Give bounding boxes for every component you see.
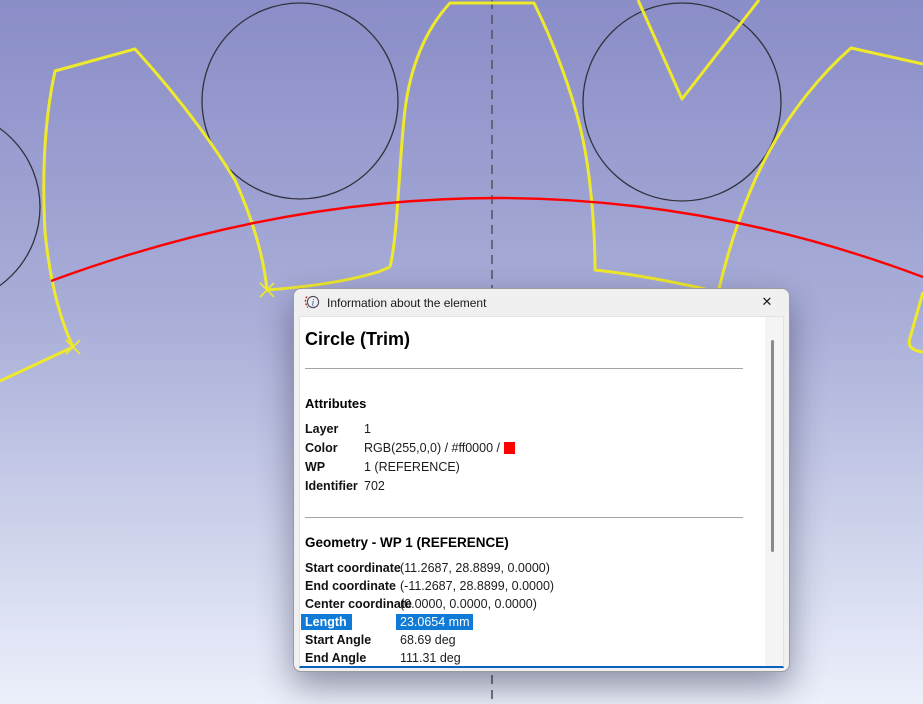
color-swatch <box>375 423 386 435</box>
color-swatch <box>464 461 475 473</box>
color-swatch <box>460 634 471 646</box>
row-value: RGB(255,0,0) / #ff0000 / <box>364 441 743 455</box>
attributes-section-title: Attributes <box>305 396 743 411</box>
table-row[interactable]: Start Angle 68.69 deg <box>305 631 743 649</box>
gear-tooth-profile-far-right[interactable] <box>909 292 923 352</box>
row-value: 1 <box>364 422 743 436</box>
cad-viewport[interactable]: i Information about the element ✕ Circle… <box>0 0 923 704</box>
color-swatch <box>477 616 488 628</box>
selected-arc-highlighted[interactable] <box>51 198 923 281</box>
vertex-marker <box>66 340 80 354</box>
scrollbar-thumb[interactable] <box>771 340 774 552</box>
color-swatch <box>558 580 569 592</box>
table-row[interactable]: WP 1 (REFERENCE) <box>305 457 743 476</box>
row-value: 702 <box>364 479 743 493</box>
svg-text:i: i <box>312 298 315 308</box>
element-info-dialog: i Information about the element ✕ Circle… <box>293 288 790 672</box>
close-button[interactable]: ✕ <box>749 289 785 315</box>
row-value: (11.2687, 28.8899, 0.0000) <box>400 561 743 575</box>
row-label: Start coordinate <box>305 561 401 575</box>
row-label: Center coordinate <box>305 597 412 611</box>
tooth-gap-circle[interactable] <box>202 3 398 199</box>
table-row[interactable]: Start coordinate (11.2687, 28.8899, 0.00… <box>305 559 743 577</box>
row-label: End Angle <box>305 651 366 665</box>
row-label: WP <box>305 460 325 474</box>
gear-tooth-notch[interactable] <box>638 0 759 99</box>
row-value: (0.0000, 0.0000, 0.0000) <box>400 597 743 611</box>
table-row[interactable]: End Angle 111.31 deg <box>305 649 743 667</box>
row-label: Start Angle <box>305 633 371 647</box>
row-label: End coordinate <box>305 579 396 593</box>
table-row[interactable]: Color RGB(255,0,0) / #ff0000 / <box>305 438 743 457</box>
color-swatch <box>541 598 552 610</box>
table-row[interactable]: End coordinate (-11.2687, 28.8899, 0.000… <box>305 577 743 595</box>
divider <box>305 517 743 518</box>
gear-tooth-profile-right[interactable] <box>718 48 923 293</box>
table-row[interactable]: Radius 31.0000 <box>305 667 743 668</box>
tooth-gap-circle[interactable] <box>0 110 40 304</box>
row-value: 23.0654 mm <box>400 615 743 629</box>
color-swatch <box>504 442 515 454</box>
tooth-gap-circle[interactable] <box>583 3 781 201</box>
table-row[interactable]: Layer 1 <box>305 419 743 438</box>
row-label: Color <box>305 441 338 455</box>
color-swatch <box>554 562 565 574</box>
geometry-table: Start coordinate (11.2687, 28.8899, 0.00… <box>305 559 743 668</box>
divider <box>305 368 743 369</box>
attributes-table: Layer 1 Color RGB(255,0,0) / #ff0000 / W… <box>305 419 743 495</box>
table-row[interactable]: Length 23.0654 mm <box>305 613 743 631</box>
row-label: Identifier <box>305 479 358 493</box>
close-icon: ✕ <box>762 294 773 310</box>
row-value: (-11.2687, 28.8899, 0.0000) <box>400 579 743 593</box>
dialog-content: Circle (Trim) Attributes Layer 1 Color R… <box>299 316 784 668</box>
row-value: 1 (REFERENCE) <box>364 460 743 474</box>
color-swatch <box>465 652 476 664</box>
geometry-section-title: Geometry - WP 1 (REFERENCE) <box>305 535 743 550</box>
row-label: Layer <box>305 422 338 436</box>
table-row[interactable]: Identifier 702 <box>305 476 743 495</box>
scrollbar-track <box>765 317 783 666</box>
element-type-heading: Circle (Trim) <box>305 329 743 350</box>
dialog-title: Information about the element <box>327 296 486 310</box>
table-row[interactable]: Center coordinate (0.0000, 0.0000, 0.000… <box>305 595 743 613</box>
row-value: 111.31 deg <box>400 651 743 665</box>
dialog-titlebar[interactable]: i Information about the element <box>294 289 789 316</box>
row-value: 68.69 deg <box>400 633 743 647</box>
gear-tooth-profile-center[interactable] <box>390 3 718 292</box>
row-label: Length <box>301 614 352 630</box>
color-swatch <box>389 480 400 492</box>
app-info-icon: i <box>303 294 320 311</box>
